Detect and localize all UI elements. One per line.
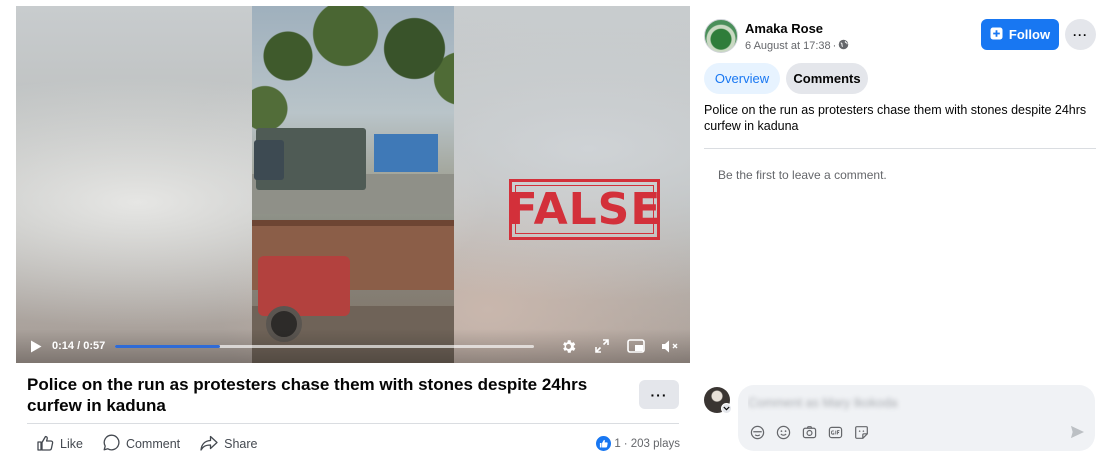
share-label: Share xyxy=(224,437,258,451)
post-date[interactable]: 6 August at 17:38 xyxy=(745,40,831,52)
post-title: Police on the run as protesters chase th… xyxy=(27,375,588,415)
divider xyxy=(704,148,1096,149)
divider xyxy=(27,423,679,424)
follow-icon xyxy=(990,27,1003,43)
video-time: 0:14 / 0:57 xyxy=(52,340,106,352)
gif-icon[interactable] xyxy=(826,423,844,441)
send-icon[interactable] xyxy=(1067,422,1087,442)
video-frame xyxy=(252,6,454,363)
volume-icon[interactable] xyxy=(660,336,680,356)
like-label: Like xyxy=(60,437,83,451)
empty-comments-message: Be the first to leave a comment. xyxy=(718,168,887,182)
author-avatar[interactable] xyxy=(704,19,738,53)
video-scene-building xyxy=(374,134,438,172)
chevron-down-icon[interactable] xyxy=(721,403,732,414)
expand-icon[interactable] xyxy=(592,336,612,356)
play-icon[interactable] xyxy=(26,336,46,356)
video-scene-trees xyxy=(252,6,454,146)
like-icon xyxy=(37,435,54,454)
video-controls: 0:14 / 0:57 xyxy=(16,329,690,363)
reaction-count[interactable]: 1 xyxy=(614,438,620,450)
globe-icon xyxy=(838,39,849,53)
page: FALSE 0:14 / 0:57 Police on the run as p… xyxy=(0,0,1100,461)
video-scene-tractor xyxy=(258,256,350,316)
play-count: · 203 plays xyxy=(623,437,680,450)
like-button[interactable]: Like xyxy=(37,435,83,454)
share-icon xyxy=(200,435,218,454)
post-meta: 6 August at 17:38 · xyxy=(745,39,849,53)
false-stamp-border xyxy=(515,185,654,234)
comment-icon xyxy=(103,434,120,454)
settings-icon[interactable] xyxy=(558,336,578,356)
follow-button[interactable]: Follow xyxy=(981,19,1059,50)
comment-button[interactable]: Comment xyxy=(103,434,180,454)
sticker-icon[interactable] xyxy=(852,423,870,441)
avatar-sticker-icon[interactable] xyxy=(748,423,766,441)
post-stats: 1 · 203 plays xyxy=(596,436,680,451)
miniplayer-icon[interactable] xyxy=(626,336,646,356)
video-time-total: 0:57 xyxy=(83,340,106,352)
share-button[interactable]: Share xyxy=(200,435,257,454)
follow-label: Follow xyxy=(1008,27,1051,42)
emoji-icon[interactable] xyxy=(774,423,792,441)
video-progress-bar[interactable] xyxy=(115,344,534,348)
comment-label: Comment xyxy=(125,437,181,451)
video-progress-fill xyxy=(115,344,220,348)
post-description: Police on the run as protesters chase th… xyxy=(704,103,1087,133)
author-name[interactable]: Amaka Rose xyxy=(745,21,823,36)
camera-icon[interactable] xyxy=(800,423,818,441)
meta-separator: · xyxy=(832,40,837,52)
post-actions: Like Comment Share xyxy=(37,434,257,454)
more-options-button[interactable]: ··· xyxy=(1065,19,1096,50)
title-more-button[interactable]: ··· xyxy=(639,380,679,409)
false-stamp: FALSE xyxy=(508,179,660,240)
tab-comments[interactable]: Comments xyxy=(786,63,868,94)
comment-input[interactable] xyxy=(748,393,1078,413)
tab-overview[interactable]: Overview xyxy=(704,63,780,94)
comment-composer xyxy=(738,385,1095,451)
video-time-current: 0:14 xyxy=(52,340,75,352)
comment-tools xyxy=(748,423,870,441)
like-reaction-icon[interactable] xyxy=(596,436,612,451)
video-control-buttons xyxy=(558,336,680,356)
video-scene-truck-cab xyxy=(254,140,284,180)
video-player[interactable]: FALSE 0:14 / 0:57 xyxy=(16,6,690,363)
